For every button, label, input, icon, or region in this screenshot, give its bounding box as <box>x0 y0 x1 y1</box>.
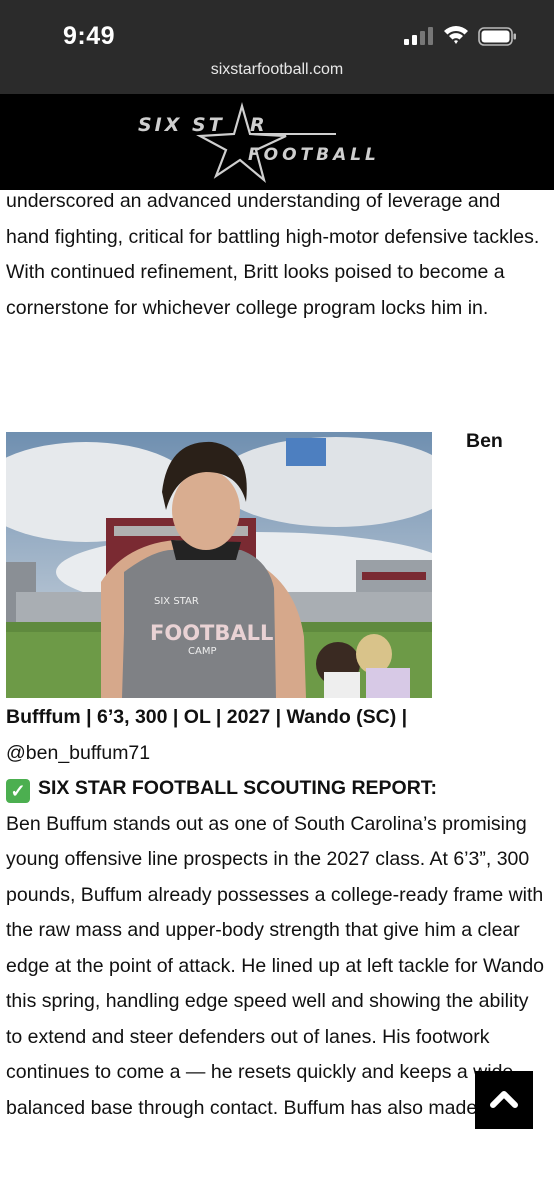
report-heading: SIX STAR FOOTBALL SCOUTING REPORT: <box>38 777 438 799</box>
player-handle[interactable]: @ben_buffum71 <box>6 736 546 772</box>
site-header: SIX ST R FOOTBALL <box>0 94 554 190</box>
report-paragraph: Ben Buffum stands out as one of South Ca… <box>6 812 545 1119</box>
shirt-text-football: FOOTBALL <box>150 621 273 645</box>
player-photo: SIX STAR FOOTBALL CAMP <box>6 432 432 698</box>
player-block: SIX STAR FOOTBALL CAMP Ben <box>6 430 546 700</box>
status-time: 9:49 <box>63 22 116 50</box>
battery-icon <box>478 27 516 46</box>
logo-text-football: FOOTBALL <box>248 145 380 165</box>
paragraph: underscored an advanced understanding of… <box>6 190 540 319</box>
shirt-text-six-star: SIX STAR <box>154 596 199 607</box>
chevron-up-icon <box>490 1091 518 1108</box>
status-bar: 9:49 sixstarfootball.com <box>0 0 554 94</box>
scouting-report: Bufffum | 6’3, 300 | OL | 2027 | Wando (… <box>6 700 546 1126</box>
address-bar-url[interactable]: sixstarfootball.com <box>0 61 554 79</box>
star-icon <box>196 101 336 184</box>
site-logo[interactable]: SIX ST R FOOTBALL <box>136 100 406 184</box>
cellular-signal-icon <box>404 27 433 45</box>
check-mark-icon: ✓ <box>6 779 30 803</box>
scroll-to-top-button[interactable] <box>475 1071 533 1129</box>
player-first-name: Ben <box>466 430 503 452</box>
article-intro: underscored an advanced understanding of… <box>6 184 546 326</box>
player-info-line: Bufffum | 6’3, 300 | OL | 2027 | Wando (… <box>6 706 408 728</box>
report-heading-row: ✓ SIX STAR FOOTBALL SCOUTING REPORT: <box>6 771 546 807</box>
shirt-text-camp: CAMP <box>188 646 216 657</box>
wifi-icon <box>444 26 468 44</box>
